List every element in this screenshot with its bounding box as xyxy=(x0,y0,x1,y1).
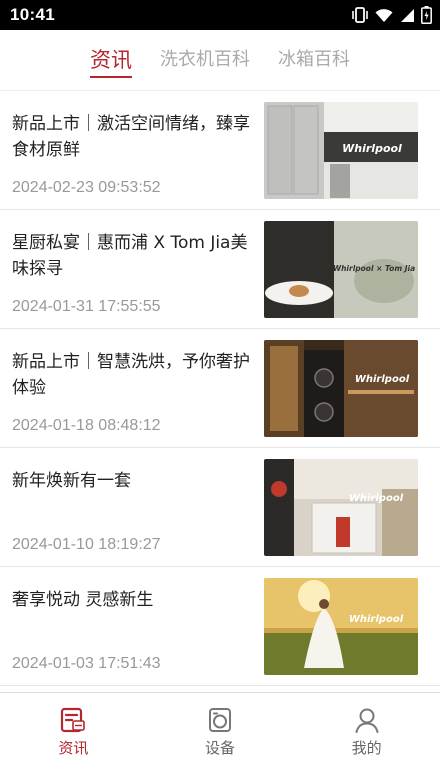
news-date: 2024-02-23 09:53:52 xyxy=(12,179,161,196)
news-item[interactable]: 新品上市｜激活空间情绪，臻享食材原鲜 2024-02-23 09:53:52 W… xyxy=(0,91,440,210)
news-item[interactable]: 奢享悦动 灵感新生 2024-01-03 17:51:43 Whirlpool xyxy=(0,567,440,686)
tab-news[interactable]: 资讯 xyxy=(76,40,146,80)
news-list: 新品上市｜激活空间情绪，臻享食材原鲜 2024-02-23 09:53:52 W… xyxy=(0,90,440,692)
thumb-brand-text: Whirlpool × Tom Jia xyxy=(333,264,415,273)
washer-icon xyxy=(206,706,234,734)
news-icon xyxy=(59,706,87,734)
bottom-navigation: 资讯 设备 我的 xyxy=(0,692,440,770)
thumb-brand-text: Whirlpool xyxy=(355,374,410,385)
nav-devices[interactable]: 设备 xyxy=(147,693,294,770)
status-icons xyxy=(351,6,432,24)
nav-news[interactable]: 资讯 xyxy=(0,693,147,770)
news-date: 2024-01-10 18:19:27 xyxy=(12,536,161,553)
thumb-brand-text: Whirlpool xyxy=(342,142,402,155)
thumb-brand-text: Whirlpool xyxy=(349,493,404,504)
battery-icon xyxy=(421,6,432,24)
thumb-brand-text: Whirlpool xyxy=(349,614,404,625)
category-tabs: 资讯 洗衣机百科 冰箱百科 xyxy=(0,30,440,90)
status-bar: 10:41 xyxy=(0,0,440,30)
wifi-icon xyxy=(375,8,393,23)
news-title: 新品上市｜激活空间情绪，臻享食材原鲜 xyxy=(12,114,250,160)
news-title: 奢享悦动 灵感新生 xyxy=(12,590,154,610)
vibrate-icon xyxy=(351,7,369,23)
news-thumbnail: Whirlpool xyxy=(264,458,418,556)
news-title: 新品上市｜智慧洗烘，予你奢护体验 xyxy=(12,352,250,398)
news-thumbnail: Whirlpool xyxy=(264,101,418,199)
signal-icon xyxy=(399,8,415,23)
tab-washer-wiki[interactable]: 洗衣机百科 xyxy=(146,40,264,80)
person-icon xyxy=(353,706,381,734)
news-thumbnail: Whirlpool × Tom Jia xyxy=(264,220,418,318)
news-title: 星厨私宴｜惠而浦 X Tom Jia美味探寻 xyxy=(12,233,248,279)
tab-fridge-wiki[interactable]: 冰箱百科 xyxy=(264,40,364,80)
news-date: 2024-01-18 08:48:12 xyxy=(12,417,161,434)
news-date: 2024-01-31 17:55:55 xyxy=(12,298,161,315)
news-date: 2024-01-03 17:51:43 xyxy=(12,655,161,672)
nav-label: 设备 xyxy=(205,738,236,757)
news-thumbnail: Whirlpool xyxy=(264,577,418,675)
news-title: 新年焕新有一套 xyxy=(12,471,131,491)
nav-label: 我的 xyxy=(351,738,382,757)
status-time: 10:41 xyxy=(10,5,55,24)
news-thumbnail: Whirlpool xyxy=(264,339,418,437)
nav-label: 资讯 xyxy=(58,738,89,757)
news-item[interactable]: 新年焕新有一套 2024-01-10 18:19:27 Whirlpool xyxy=(0,448,440,567)
news-item[interactable]: 新品上市｜智慧洗烘，予你奢护体验 2024-01-18 08:48:12 Whi… xyxy=(0,329,440,448)
nav-profile[interactable]: 我的 xyxy=(293,693,440,770)
news-item[interactable]: 星厨私宴｜惠而浦 X Tom Jia美味探寻 2024-01-31 17:55:… xyxy=(0,210,440,329)
